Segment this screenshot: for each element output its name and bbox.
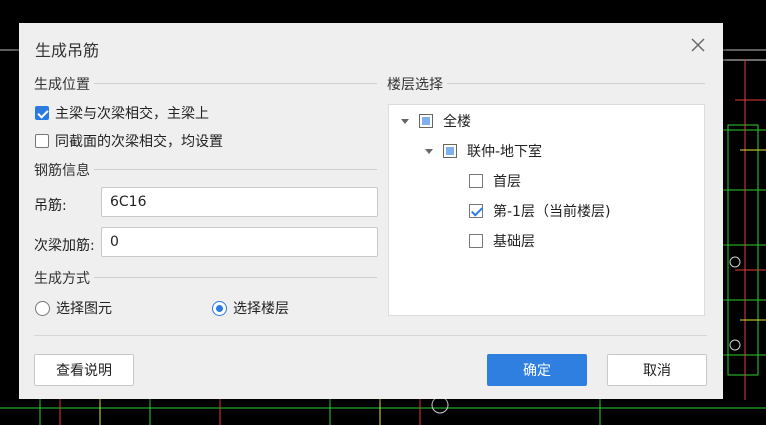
tree-item-label: 全楼 [443, 114, 471, 130]
tree-item-first-floor[interactable]: 首层 [469, 171, 521, 191]
hanger-label: 吊筋: [34, 198, 67, 214]
select-floor-label: 选择楼层 [233, 301, 289, 317]
select-element-radio[interactable] [35, 300, 50, 316]
footer-divider [34, 335, 707, 336]
tree-item-floor-minus-1[interactable]: 第-1层（当前楼层) [469, 201, 610, 221]
ok-button[interactable]: 确定 [487, 354, 587, 386]
floor-tree[interactable]: 全楼 联仲-地下室 首层 第-1层（当前楼层) 基础层 [388, 104, 705, 316]
select-element-label: 选择图元 [56, 301, 112, 317]
radio-select-element[interactable]: 选择图元 [35, 298, 112, 318]
tree-item-label: 第-1层（当前楼层) [493, 204, 611, 220]
first-floor-checkbox[interactable] [469, 174, 483, 188]
cancel-button[interactable]: 取消 [607, 354, 707, 386]
option-main-beam-intersect[interactable]: 主梁与次梁相交，主梁上 [35, 103, 209, 123]
radio-select-floor[interactable]: 选择楼层 [212, 298, 289, 318]
secondary-rebar-input[interactable]: 0 [101, 227, 378, 257]
help-button[interactable]: 查看说明 [34, 354, 134, 386]
chevron-down-icon[interactable] [425, 148, 433, 154]
position-section-label: 生成位置 [34, 74, 94, 94]
hanger-input[interactable]: 6C16 [101, 187, 378, 217]
chevron-down-icon[interactable] [401, 118, 409, 124]
generate-hanger-dialog: 生成吊筋 生成位置 主梁与次梁相交，主梁上 同截面的次梁相交，均设置 钢筋信息 … [19, 23, 723, 399]
secondary-rebar-label: 次梁加筋: [34, 238, 95, 254]
tree-item-label: 首层 [493, 174, 521, 190]
foundation-checkbox[interactable] [469, 234, 483, 248]
option-main-beam-label: 主梁与次梁相交，主梁上 [55, 106, 209, 122]
floor-section-label: 楼层选择 [387, 74, 447, 94]
close-icon[interactable] [689, 36, 707, 54]
method-section-label: 生成方式 [34, 268, 94, 288]
rebar-section-label: 钢筋信息 [34, 160, 94, 180]
tree-item-label: 联仲-地下室 [467, 144, 543, 160]
option-same-section-intersect[interactable]: 同截面的次梁相交，均设置 [35, 131, 223, 151]
tree-item-label: 基础层 [493, 234, 535, 250]
tree-item-foundation[interactable]: 基础层 [469, 231, 535, 251]
floor-minus-1-checkbox[interactable] [469, 204, 483, 218]
basement-group-checkbox[interactable] [443, 144, 457, 158]
select-floor-radio[interactable] [212, 300, 227, 316]
dialog-title: 生成吊筋 [35, 41, 100, 60]
option-same-section-label: 同截面的次梁相交，均设置 [55, 134, 223, 150]
whole-building-checkbox[interactable] [419, 114, 433, 128]
same-section-checkbox[interactable] [35, 134, 49, 148]
main-beam-checkbox[interactable] [35, 106, 49, 120]
tree-item-basement-group[interactable]: 联仲-地下室 [425, 141, 542, 161]
tree-item-whole-building[interactable]: 全楼 [401, 111, 471, 131]
